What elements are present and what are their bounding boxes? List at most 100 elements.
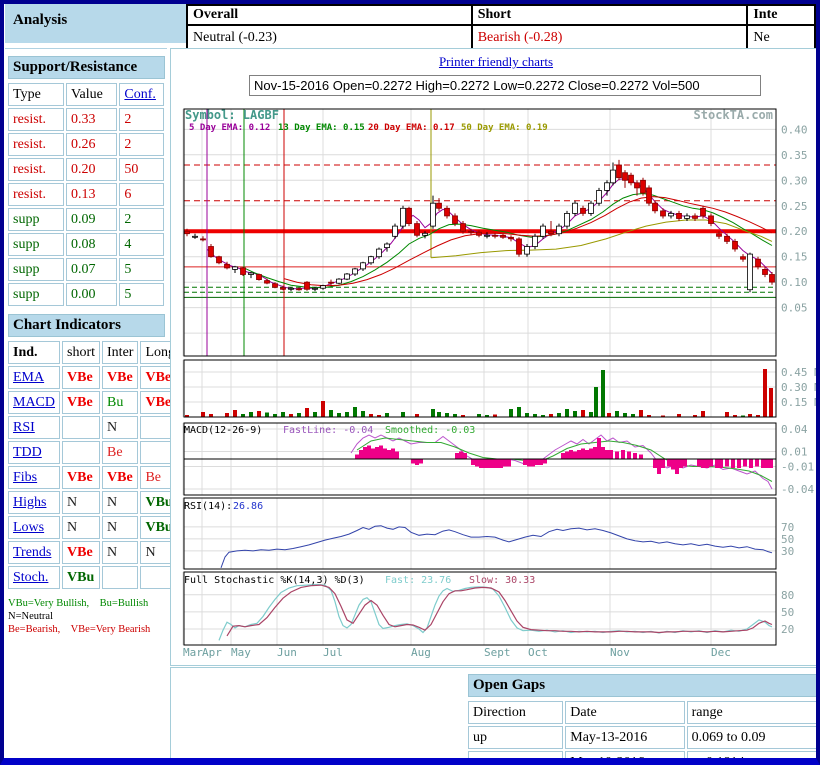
- ci-col-header: Inter: [102, 341, 138, 364]
- legend-line: VBu=Very Bullish, Bu=Bullish: [8, 597, 166, 610]
- svg-text:30: 30: [781, 545, 794, 558]
- indicator-link-rsi[interactable]: RSI: [13, 420, 35, 435]
- indicator-name: Stoch.: [8, 566, 60, 589]
- sr-conf: 5: [119, 258, 164, 281]
- indicator-rating: VBe: [62, 466, 100, 489]
- indicator-name: Trends: [8, 541, 60, 564]
- og-direction: up: [468, 751, 563, 765]
- svg-text:Sept: Sept: [484, 646, 511, 659]
- ci-row: TDDBe: [8, 441, 180, 464]
- ci-row: EMAVBeVBeVBe: [8, 366, 180, 389]
- svg-text:Dec: Dec: [711, 646, 731, 659]
- rating-value-1: Bearish (-0.28): [472, 25, 748, 50]
- sr-value: 0.08: [66, 233, 117, 256]
- indicator-rating: N: [102, 541, 138, 564]
- ratings-header-row: OverallShortInte: [187, 5, 815, 25]
- svg-text:-0.04: -0.04: [781, 483, 814, 496]
- quote-info-input[interactable]: [249, 75, 761, 96]
- sr-type: supp: [8, 233, 64, 256]
- ci-header-row: Ind.shortInterLong: [8, 341, 180, 364]
- svg-text:20 Day EMA: 0.17: 20 Day EMA: 0.17: [368, 123, 455, 133]
- indicator-link-trends[interactable]: Trends: [13, 545, 51, 560]
- og-date: Mar-10-2016: [565, 751, 684, 765]
- svg-text:-0.01: -0.01: [781, 461, 814, 474]
- indicator-rating: N: [62, 491, 100, 514]
- svg-text:Mar: Mar: [183, 646, 203, 659]
- separator-line: [5, 48, 167, 49]
- svg-text:0.10: 0.10: [781, 276, 808, 289]
- svg-text:50: 50: [781, 606, 794, 619]
- svg-text:0.20: 0.20: [781, 225, 808, 238]
- svg-text:0.35: 0.35: [781, 149, 808, 162]
- og-header-row: DirectionDaterange: [468, 701, 820, 724]
- svg-text:MACD(12-26-9): MACD(12-26-9): [184, 425, 262, 436]
- rating-label-1: Short: [472, 5, 748, 25]
- sr-conf: 50: [119, 158, 164, 181]
- indicator-rating: [62, 441, 100, 464]
- og-col-header: Direction: [468, 701, 563, 724]
- indicator-rating: [62, 416, 100, 439]
- indicator-link-highs[interactable]: Highs: [13, 495, 46, 510]
- printer-friendly-link[interactable]: Printer friendly charts: [439, 54, 553, 69]
- svg-text:0.25: 0.25: [781, 200, 808, 213]
- rating-value-2: Ne: [747, 25, 815, 50]
- sr-conf: 2: [119, 108, 164, 131]
- sr-value: 0.00: [66, 283, 117, 306]
- ci-row: FibsVBeVBeBe: [8, 466, 180, 489]
- sr-col-header[interactable]: Conf.: [119, 83, 164, 106]
- sr-type: resist.: [8, 133, 64, 156]
- sr-value: 0.09: [66, 208, 117, 231]
- indicator-rating: VBu: [62, 566, 100, 589]
- svg-text:Fast: 23.76: Fast: 23.76: [385, 575, 451, 586]
- indicator-rating: VBe: [102, 466, 138, 489]
- sr-value: 0.13: [66, 183, 117, 206]
- svg-text:20: 20: [781, 623, 794, 636]
- ci-col-header: short: [62, 341, 100, 364]
- legend-line: Be=Bearish, VBe=Very Bearish: [8, 623, 166, 636]
- svg-text:0.40: 0.40: [781, 123, 808, 136]
- svg-text:0.05: 0.05: [781, 302, 808, 315]
- og-range: 0.069 to 0.09: [687, 726, 820, 749]
- sr-value: 0.33: [66, 108, 117, 131]
- rating-legend: VBu=Very Bullish, Bu=BullishN=NeutralBe=…: [8, 597, 166, 636]
- conf-link[interactable]: Conf.: [124, 87, 156, 102]
- sr-col-header: Type: [8, 83, 64, 106]
- indicator-rating: N: [102, 491, 138, 514]
- indicator-link-macd[interactable]: MACD: [13, 395, 55, 410]
- sr-row: supp0.092: [8, 208, 164, 231]
- analysis-title: Analysis: [5, 4, 186, 43]
- sr-row: resist.0.136: [8, 183, 164, 206]
- svg-text:26.86: 26.86: [233, 501, 263, 512]
- sr-type: resist.: [8, 183, 64, 206]
- svg-text:80: 80: [781, 589, 794, 602]
- indicator-name: EMA: [8, 366, 60, 389]
- rating-value-0: Neutral (-0.23): [187, 25, 472, 50]
- sr-type: supp: [8, 208, 64, 231]
- indicator-name: TDD: [8, 441, 60, 464]
- page: Analysis OverallShortInteNeutral (-0.23)…: [0, 0, 820, 765]
- ratings-value-row: Neutral (-0.23)Bearish (-0.28)Ne: [187, 25, 815, 50]
- ci-row: LowsNNVBu: [8, 516, 180, 539]
- support-resistance-header: Support/Resistance: [8, 56, 165, 79]
- indicator-link-stoch[interactable]: Stoch.: [13, 570, 48, 585]
- svg-text:Jul: Jul: [323, 646, 343, 659]
- indicator-link-tdd[interactable]: TDD: [13, 445, 42, 460]
- og-date: May-13-2016: [565, 726, 684, 749]
- og-col-header: Date: [565, 701, 684, 724]
- indicator-link-fibs[interactable]: Fibs: [13, 470, 37, 485]
- stock-chart: 0.400.350.300.250.200.150.100.050.45 M0.…: [181, 105, 820, 663]
- ci-row: MACDVBeBuVBe: [8, 391, 180, 414]
- open-gaps: Open Gaps DirectionDaterangeupMay-13-201…: [467, 672, 820, 765]
- sr-type: supp: [8, 258, 64, 281]
- indicator-name: Highs: [8, 491, 60, 514]
- og-range: to 0.1814: [687, 751, 820, 765]
- indicator-link-ema[interactable]: EMA: [13, 370, 44, 385]
- indicator-link-lows[interactable]: Lows: [13, 520, 44, 535]
- sidebar: Support/Resistance TypeValueConf. resist.…: [7, 54, 166, 636]
- chart-section: Printer friendly charts 0.400.350.300.25…: [170, 48, 820, 666]
- sr-header-row: TypeValueConf.: [8, 83, 164, 106]
- indicator-name: Fibs: [8, 466, 60, 489]
- printer-friendly-wrap: Printer friendly charts: [171, 54, 820, 70]
- sr-conf: 4: [119, 233, 164, 256]
- indicator-rating: VBe: [62, 366, 100, 389]
